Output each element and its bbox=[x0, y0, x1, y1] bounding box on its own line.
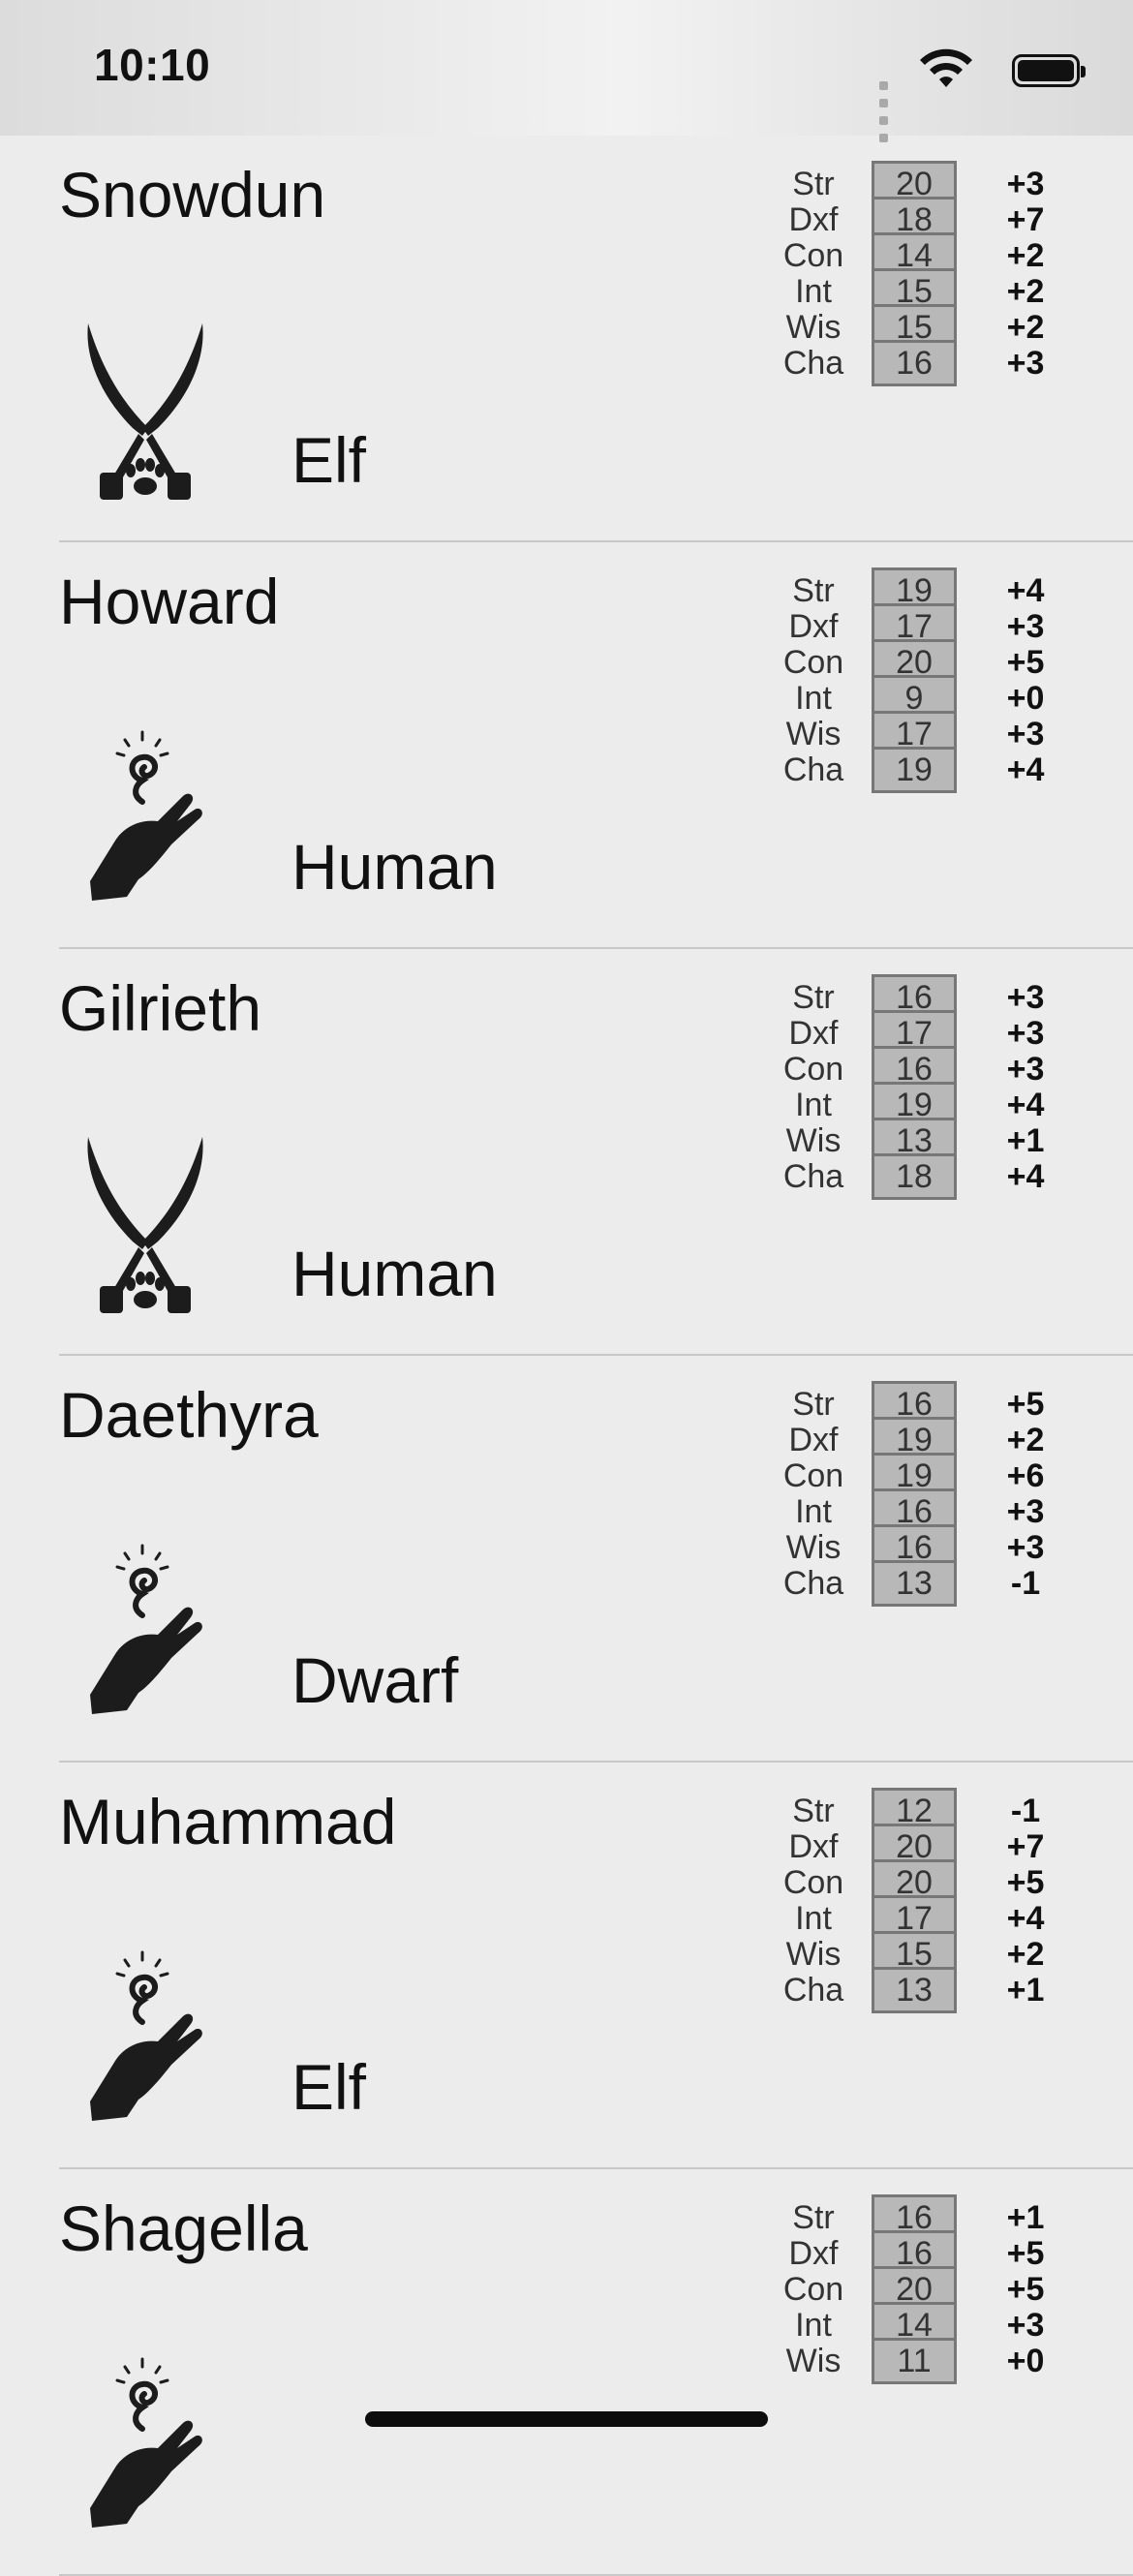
battery-icon bbox=[1012, 54, 1086, 87]
stat-row: Wis 11 +0 bbox=[0, 2332, 1133, 2390]
stat-row: Cha 13 -1 bbox=[0, 1554, 1133, 1612]
stat-label: Cha bbox=[782, 751, 844, 788]
stat-value[interactable]: 11 bbox=[872, 2338, 957, 2384]
stat-label: Cha bbox=[782, 1972, 844, 2009]
stat-row: Cha 13 +1 bbox=[0, 1961, 1133, 2019]
stat-row: Cha 18 +4 bbox=[0, 1148, 1133, 1206]
character-list: Snowdun Elf Str 20 +3 Dxf 18 +7 Con 14 +2 Int 15 +2… bbox=[0, 136, 1133, 2576]
stat-value[interactable]: 16 bbox=[872, 340, 957, 386]
stat-row: Cha 19 +4 bbox=[0, 741, 1133, 799]
stat-value[interactable]: 13 bbox=[872, 1967, 957, 2013]
character-row-5[interactable]: Muhammad Elf Str 12 -1 Dxf 20 +7 Con 20 +5 Int 17 +… bbox=[0, 1763, 1133, 2169]
character-race: Dwarf bbox=[291, 1644, 459, 1716]
stat-label: Cha bbox=[782, 1158, 844, 1195]
home-indicator[interactable] bbox=[365, 2411, 768, 2427]
character-race: Human bbox=[291, 831, 498, 903]
character-row-3[interactable]: Gilrieth Human Str 16 +3 Dxf 17 +3 Con 16 +3 Int 1… bbox=[0, 949, 1133, 1356]
character-row-6[interactable]: Shagella Str 16 +1 Dxf 16 +5 Con 20 +5 Int 14 +3 Wis… bbox=[0, 2169, 1133, 2576]
character-row-1[interactable]: Snowdun Elf Str 20 +3 Dxf 18 +7 Con 14 +2 Int 15 +2… bbox=[0, 136, 1133, 542]
stat-label: Cha bbox=[782, 1565, 844, 1602]
wifi-icon bbox=[920, 48, 972, 87]
status-time: 10:10 bbox=[94, 40, 211, 90]
stat-modifier: +3 bbox=[1006, 345, 1045, 382]
stat-modifier: +0 bbox=[1006, 2343, 1045, 2379]
cellular-signal-icon bbox=[879, 77, 891, 147]
stat-label: Wis bbox=[785, 2343, 842, 2379]
stat-modifier: +4 bbox=[1006, 751, 1045, 788]
character-race: Human bbox=[291, 1238, 498, 1309]
stat-value[interactable]: 19 bbox=[872, 747, 957, 793]
character-race: Elf bbox=[291, 2051, 367, 2123]
stat-row: Cha 16 +3 bbox=[0, 334, 1133, 392]
stat-modifier: +1 bbox=[1006, 1972, 1045, 2009]
character-row-4[interactable]: Daethyra Dwarf Str 16 +5 Dxf 19 +2 Con 19 +6 Int 1… bbox=[0, 1356, 1133, 1763]
stat-modifier: +4 bbox=[1006, 1158, 1045, 1195]
stat-label: Cha bbox=[782, 345, 844, 382]
stat-value[interactable]: 18 bbox=[872, 1153, 957, 1200]
stat-modifier: -1 bbox=[1010, 1565, 1041, 1602]
stat-value[interactable]: 13 bbox=[872, 1560, 957, 1607]
character-race: Elf bbox=[291, 424, 367, 496]
status-bar: 10:10 bbox=[0, 0, 1133, 142]
character-row-2[interactable]: Howard Human Str 19 +4 Dxf 17 +3 Con 20 +5 Int 9 +0… bbox=[0, 542, 1133, 949]
